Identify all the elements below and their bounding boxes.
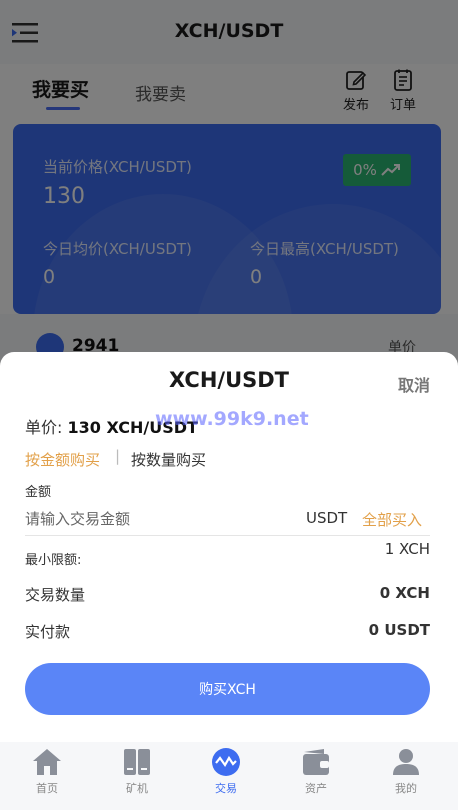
amount-label: 金额: [25, 485, 52, 500]
tabbar-home[interactable]: 首页: [17, 746, 77, 796]
unit-price-label: 单价:: [25, 418, 63, 437]
wallet-icon: [303, 749, 329, 775]
miner-icon: [124, 749, 150, 775]
trade-icon: [212, 748, 240, 776]
mode-by-quantity[interactable]: 按数量购买: [131, 449, 206, 470]
tabbar-miner[interactable]: 矿机: [107, 746, 167, 796]
mode-by-amount[interactable]: 按金额购买: [25, 449, 100, 470]
sheet-title: XCH/USDT: [168, 368, 290, 392]
paid-value: 0 USDT: [368, 621, 430, 639]
tabbar-trade-label: 交易: [215, 782, 237, 795]
tabbar-assets-label: 资产: [305, 782, 327, 795]
home-icon: [33, 749, 61, 775]
paid-label: 实付款: [25, 623, 71, 641]
mode-divider: |: [115, 447, 121, 465]
buy-xch-label: 购买XCH: [199, 682, 256, 698]
watermark: www.99k9.net: [155, 408, 309, 430]
amount-input[interactable]: [25, 507, 295, 531]
user-icon: [393, 749, 419, 775]
tabbar-assets[interactable]: 资产: [286, 746, 346, 796]
trade-qty-value: 0 XCH: [379, 584, 430, 602]
buy-xch-button[interactable]: 购买XCH: [25, 663, 430, 715]
tabbar-trade[interactable]: 交易: [196, 746, 256, 796]
trade-qty-label: 交易数量: [25, 586, 86, 604]
amount-unit: USDT: [306, 509, 348, 527]
tabbar-miner-label: 矿机: [126, 782, 148, 795]
input-divider: [25, 535, 430, 536]
tabbar-mine[interactable]: 我的: [376, 746, 436, 796]
cancel-button[interactable]: 取消: [398, 372, 430, 396]
tabbar-home-label: 首页: [36, 782, 58, 795]
min-limit-value: 1 XCH: [384, 540, 430, 558]
tabbar-mine-label: 我的: [395, 782, 417, 795]
buy-all-button[interactable]: 全部买入: [362, 509, 422, 530]
min-limit-label: 最小限额:: [25, 553, 82, 568]
